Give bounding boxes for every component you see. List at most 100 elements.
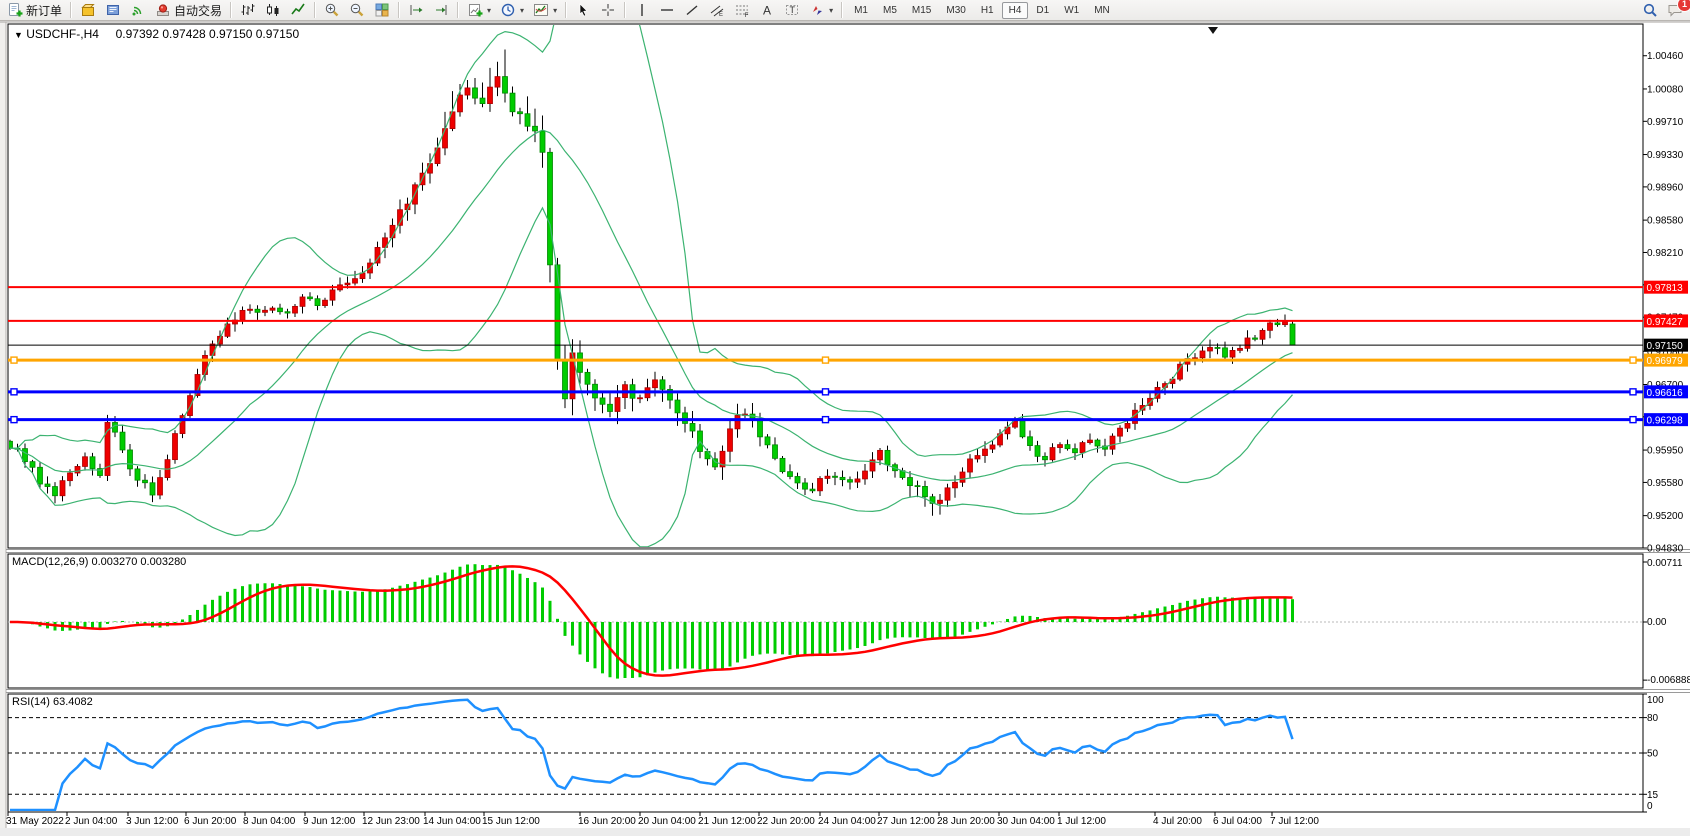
label-button[interactable]: T — [780, 1, 804, 19]
symbol-dropdown-icon[interactable]: ▼ — [14, 30, 23, 40]
timeframe-button-m15[interactable]: M15 — [905, 2, 938, 19]
price-tick-label: 1.00080 — [1647, 84, 1684, 95]
toolbar-separator — [230, 2, 232, 18]
auto-trading-button-label: 自动交易 — [174, 2, 222, 19]
tile-windows-button[interactable] — [370, 1, 394, 19]
trend-icon — [684, 2, 700, 18]
main-toolbar: 新订单 自动交易 ▾ ▾ ▾ E FAT ▾ M1M5M15M30H1H4D1W1MN 1 — [0, 0, 1690, 21]
chevron-down-icon[interactable]: ▾ — [520, 6, 524, 15]
time-axis-label: 6 Jul 04:00 — [1213, 816, 1262, 827]
price-badge-label: 0.97427 — [1647, 317, 1684, 328]
timeframe-button-h4[interactable]: H4 — [1002, 2, 1029, 19]
notifications-button[interactable]: 1 — [1663, 1, 1687, 19]
shift-b-icon — [433, 2, 449, 18]
newchart-icon — [467, 2, 483, 18]
toolbar-separator — [398, 2, 400, 18]
channel-button[interactable]: E — [705, 1, 729, 19]
chevron-down-icon[interactable]: ▾ — [487, 6, 491, 15]
line-handle[interactable] — [11, 357, 17, 363]
chart-line-icon — [290, 2, 306, 18]
tile-icon — [374, 2, 390, 18]
timeframe-button-m1[interactable]: M1 — [847, 2, 875, 19]
toolbar-separator — [70, 2, 72, 18]
rsi-scale-label: 0 — [1647, 801, 1653, 812]
auto-trading-button[interactable]: 自动交易 — [151, 1, 226, 19]
new-order-button[interactable]: 新订单 — [3, 1, 66, 19]
price-badge-label: 0.96298 — [1647, 416, 1684, 427]
timeframe-button-m30[interactable]: M30 — [939, 2, 972, 19]
time-axis-label: 31 May 2022 — [6, 816, 64, 827]
navigator-button[interactable] — [101, 1, 125, 19]
timeframe-button-h1[interactable]: H1 — [974, 2, 1001, 19]
price-badge-label: 0.96616 — [1647, 388, 1684, 399]
zoom-out-button[interactable] — [345, 1, 369, 19]
main-pane[interactable] — [8, 24, 1643, 548]
chart-canvas[interactable]: 1.004601.000800.997100.993300.989600.985… — [0, 0, 1690, 836]
text-button[interactable]: A — [755, 1, 779, 19]
line-handle[interactable] — [1630, 389, 1636, 395]
indicators-icon — [533, 2, 549, 18]
labelT-icon: T — [784, 2, 800, 18]
line-handle[interactable] — [11, 417, 17, 423]
toolbar-separator — [314, 2, 316, 18]
market-icon — [80, 2, 96, 18]
fibonacci-button[interactable]: F — [730, 1, 754, 19]
horizontal-line-button[interactable] — [655, 1, 679, 19]
periods-button[interactable]: ▾ — [496, 1, 528, 19]
indicators-button[interactable]: ▾ — [529, 1, 561, 19]
chart-title: ▼ USDCHF-,H4 0.97392 0.97428 0.97150 0.9… — [14, 27, 299, 41]
time-axis-label: 15 Jun 12:00 — [482, 816, 540, 827]
timeframe-button-m5[interactable]: M5 — [876, 2, 904, 19]
chart-bars-icon — [240, 2, 256, 18]
line-handle[interactable] — [1630, 417, 1636, 423]
zoom-in-button[interactable] — [320, 1, 344, 19]
signals-icon — [130, 2, 146, 18]
arrows-button[interactable]: ▾ — [805, 1, 837, 19]
vertical-line-button[interactable] — [630, 1, 654, 19]
time-axis-label: 22 Jun 20:00 — [757, 816, 815, 827]
time-axis-label: 4 Jul 20:00 — [1153, 816, 1202, 827]
time-axis-label: 14 Jun 04:00 — [423, 816, 481, 827]
cursor-button[interactable] — [571, 1, 595, 19]
price-tick-label: 0.95950 — [1647, 446, 1684, 457]
macd-scale-label: 0.00 — [1647, 617, 1667, 628]
new-chart-button[interactable]: ▾ — [463, 1, 495, 19]
chart-line-button[interactable] — [286, 1, 310, 19]
rsi-scale-label: 100 — [1647, 695, 1664, 706]
time-axis-label: 9 Jun 12:00 — [303, 816, 356, 827]
macd-indicator-label: MACD(12,26,9) 0.003270 0.003280 — [12, 556, 186, 568]
chevron-down-icon[interactable]: ▾ — [829, 6, 833, 15]
chevron-down-icon[interactable]: ▾ — [553, 6, 557, 15]
trendline-button[interactable] — [680, 1, 704, 19]
chart-bars-button[interactable] — [236, 1, 260, 19]
rsi-scale-label: 50 — [1647, 749, 1659, 760]
time-axis-label: 7 Jul 12:00 — [1270, 816, 1319, 827]
macd-scale-label: -0.006888 — [1647, 675, 1690, 686]
line-handle[interactable] — [823, 357, 829, 363]
crosshair-button[interactable] — [596, 1, 620, 19]
line-handle[interactable] — [11, 389, 17, 395]
chart-shift-button[interactable] — [429, 1, 453, 19]
timeframe-button-w1[interactable]: W1 — [1057, 2, 1086, 19]
svg-text:E: E — [719, 12, 723, 18]
line-handle[interactable] — [823, 417, 829, 423]
line-handle[interactable] — [823, 389, 829, 395]
timeframe-button-d1[interactable]: D1 — [1029, 2, 1056, 19]
rsi-name: RSI(14) — [12, 696, 50, 708]
macd-pane[interactable] — [8, 554, 1643, 688]
timeframe-button-mn[interactable]: MN — [1087, 2, 1117, 19]
price-tick-label: 1.00460 — [1647, 51, 1684, 62]
line-handle[interactable] — [1630, 357, 1636, 363]
time-axis-label: 8 Jun 04:00 — [243, 816, 296, 827]
auto-scroll-button[interactable] — [404, 1, 428, 19]
signals-button[interactable] — [126, 1, 150, 19]
price-tick-label: 0.98580 — [1647, 216, 1684, 227]
price-tick-label: 0.99330 — [1647, 150, 1684, 161]
chart-candles-button[interactable] — [261, 1, 285, 19]
price-tick-label: 0.98210 — [1647, 248, 1684, 259]
time-axis-label: 27 Jun 12:00 — [877, 816, 935, 827]
price-badge-label: 0.96979 — [1647, 356, 1684, 367]
market-watch-button[interactable] — [76, 1, 100, 19]
search-button[interactable] — [1638, 1, 1662, 19]
chart-title-symbol: USDCHF-,H4 — [26, 27, 99, 41]
